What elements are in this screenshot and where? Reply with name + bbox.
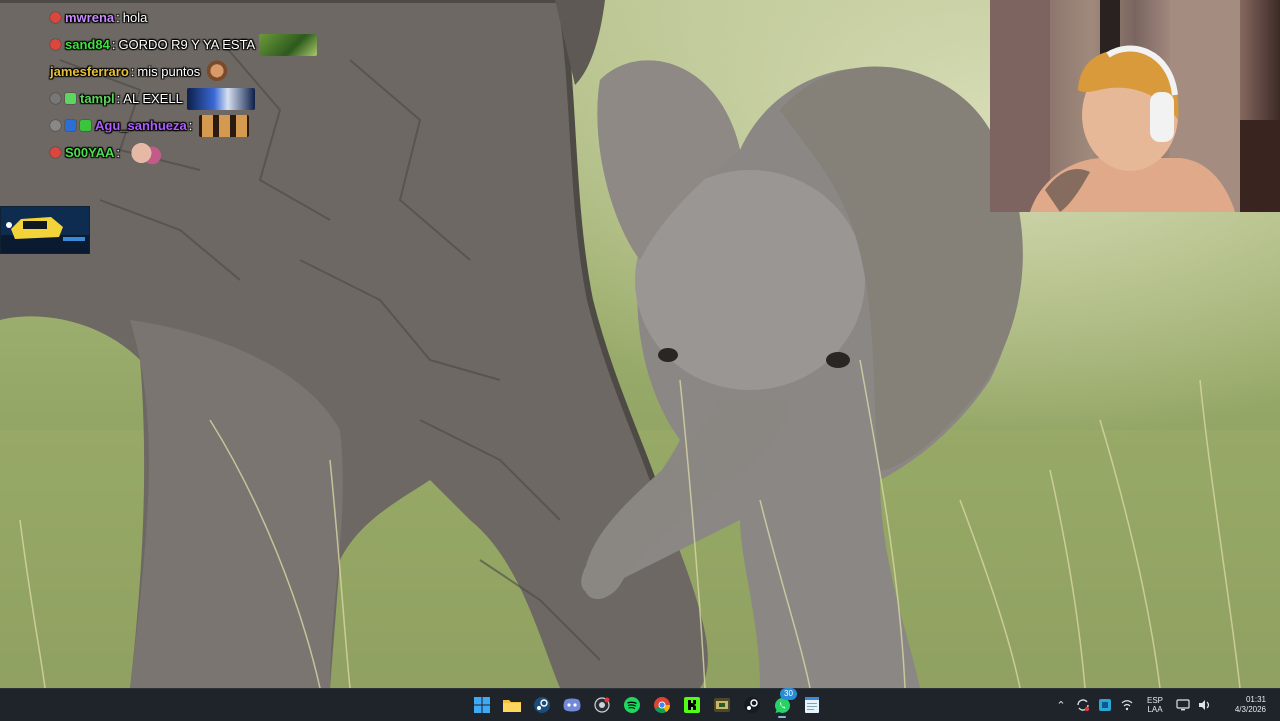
notepad-button[interactable] (799, 691, 825, 719)
game-icon (714, 698, 730, 712)
chat-author: S00YAA (65, 145, 115, 160)
hand-emote-icon (127, 140, 164, 165)
chat-text: mis puntos (137, 64, 201, 79)
speaker-icon (1199, 700, 1210, 710)
chat-message: jamesferraro: mis puntos (0, 58, 360, 85)
face-emote-icon (204, 59, 231, 84)
crown-badge-icon (65, 93, 76, 104)
chat-message: S00YAA: (0, 139, 360, 166)
discord-icon (563, 698, 581, 712)
badge-icon (50, 120, 61, 131)
display-tray-button[interactable] (1172, 691, 1194, 719)
steam-icon (744, 697, 760, 713)
chat-author: Agu_sanhueza (95, 118, 187, 133)
discord-button[interactable] (559, 691, 585, 719)
notification-badge: 30 (780, 688, 797, 700)
taskbar-apps: 30 (467, 688, 827, 721)
spotify-button[interactable] (619, 691, 645, 719)
badge-icon (50, 93, 61, 104)
obs-button[interactable] (589, 691, 615, 719)
stream-chat: mwrena: hola sand84: GORDO R9 Y YA ESTA ja… (0, 4, 360, 166)
chat-message: tampl: AL EXELL (0, 85, 360, 112)
grass-emote-icon (259, 33, 318, 56)
clock-time: 01:31 (1245, 695, 1266, 704)
spotify-icon (624, 697, 640, 713)
chrome-button[interactable] (649, 691, 675, 719)
network-icon (1121, 700, 1133, 711)
folder-icon (503, 700, 521, 712)
security-tray-button[interactable] (1094, 691, 1116, 719)
chat-message: Agu_sanhueza: (0, 112, 360, 139)
chat-author: jamesferraro (50, 64, 129, 79)
chat-author: sand84 (65, 37, 110, 52)
chevron-up-icon: ⌃ (1056, 699, 1066, 712)
badge-icon (50, 12, 61, 23)
chrome-icon (654, 697, 670, 713)
language-code: ESP (1146, 696, 1163, 705)
steam-button-2[interactable] (739, 691, 765, 719)
game-button[interactable] (709, 691, 735, 719)
chat-author: mwrena (65, 10, 115, 25)
badge-icon (50, 39, 61, 50)
windows-icon (474, 697, 490, 713)
taskbar: 30 ⌃ ESP LAA 01:31 4/3/2026 (0, 688, 1280, 721)
chat-text: GORDO R9 Y YA ESTA (118, 37, 256, 52)
language-indicator[interactable]: ESP LAA (1142, 696, 1168, 714)
steam-button[interactable] (529, 691, 555, 719)
triple-face-emote-icon (199, 114, 250, 137)
volume-tray-button[interactable] (1194, 691, 1216, 719)
car-emote-icon (186, 87, 255, 110)
start-button[interactable] (469, 691, 495, 719)
steam-icon (534, 697, 550, 713)
system-clock[interactable]: 01:31 4/3/2026 (1226, 695, 1266, 715)
shield-icon (1099, 699, 1111, 711)
sync-tray-button[interactable] (1072, 691, 1094, 719)
notepad-icon (805, 697, 819, 713)
monitor-icon (1176, 699, 1190, 711)
clock-date: 4/3/2026 (1234, 705, 1266, 714)
whatsapp-button[interactable]: 30 (769, 688, 797, 719)
record-icon (594, 697, 610, 713)
sync-icon (1077, 699, 1090, 712)
system-tray: ⌃ ESP LAA 01:31 4/3/2026 (1050, 689, 1280, 721)
webcam-feed (990, 0, 1280, 212)
gem-badge-icon (65, 120, 76, 131)
show-hidden-icons-button[interactable]: ⌃ (1050, 691, 1072, 719)
badge-icon (50, 147, 61, 158)
chat-text: hola (122, 10, 148, 25)
kick-button[interactable] (679, 691, 705, 719)
file-explorer-button[interactable] (499, 691, 525, 719)
star-badge-icon (80, 120, 91, 131)
network-tray-button[interactable] (1116, 691, 1138, 719)
chat-message: sand84: GORDO R9 Y YA ESTA (0, 31, 360, 58)
chat-message: mwrena: hola (0, 4, 360, 31)
keyboard-layout: LAA (1147, 705, 1163, 714)
kick-icon (684, 697, 700, 713)
clip-thumbnail (0, 206, 90, 254)
chat-author: tampl (80, 91, 115, 106)
chat-text: AL EXELL (123, 91, 183, 106)
